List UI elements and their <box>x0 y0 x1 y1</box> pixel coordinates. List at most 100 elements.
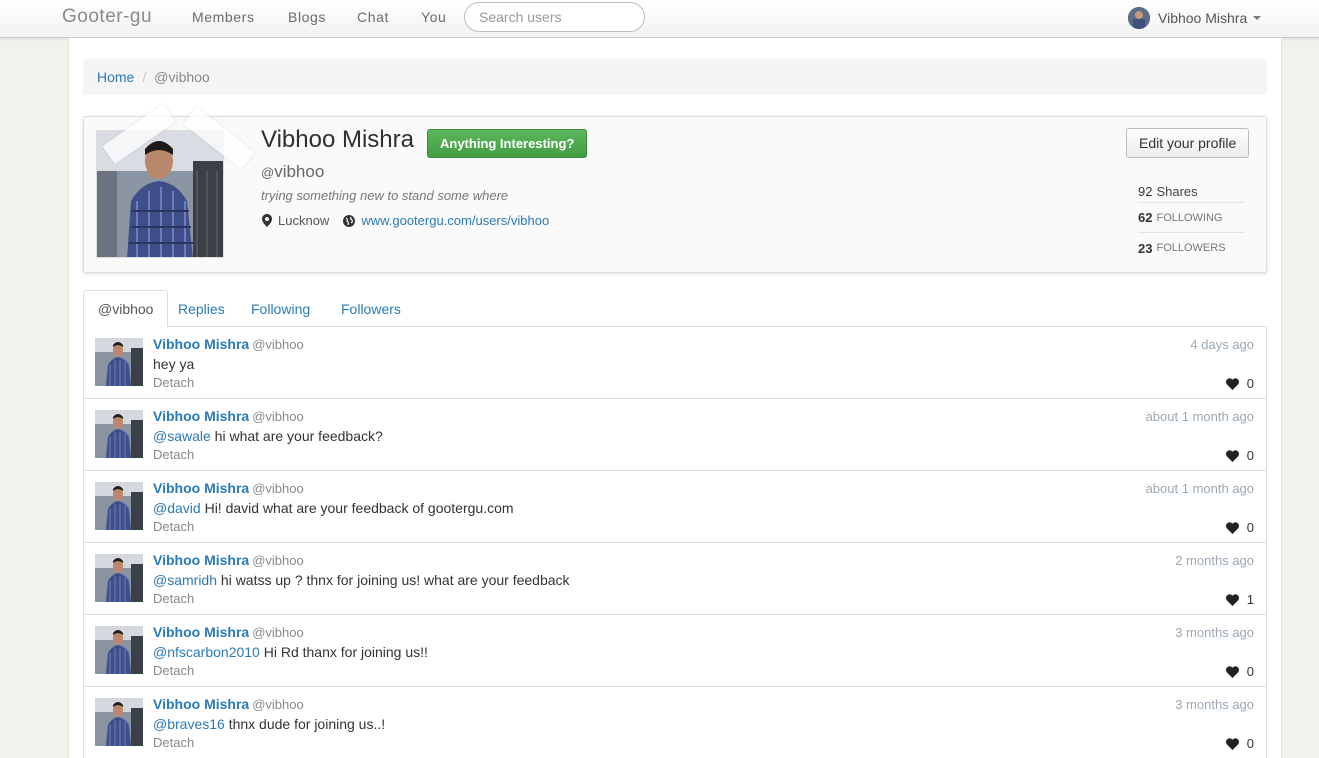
post-body: thnx dude for joining us..! <box>224 716 386 732</box>
like-count: 0 <box>1246 376 1254 391</box>
avatar[interactable] <box>95 482 143 530</box>
tab-following[interactable]: Following <box>237 290 324 327</box>
post-author-link[interactable]: Vibhoo Mishra <box>153 552 249 568</box>
stat-followers[interactable]: 23 FOLLOWERS <box>1138 233 1244 263</box>
breadcrumb-current: @vibhoo <box>154 69 210 85</box>
following-label: FOLLOWING <box>1156 211 1223 224</box>
detach-link[interactable]: Detach <box>153 519 194 534</box>
profile-stats: 92 Shares 62 FOLLOWING 23 FOLLOWERS <box>1138 184 1244 263</box>
post-item: Vibhoo Mishra @vibhoo @david Hi! david wh… <box>83 471 1267 543</box>
profile-handle: @vibhoo <box>261 162 324 182</box>
handle-text: vibhoo <box>274 162 325 181</box>
profile-url-link[interactable]: www.gootergu.com/users/vibhoo <box>361 213 549 228</box>
post-body: Hi! david what are your feedback of goot… <box>200 500 514 516</box>
like-button[interactable]: 1 <box>1225 592 1254 607</box>
tab-followers[interactable]: Followers <box>327 290 415 327</box>
post-text: @braves16 thnx dude for joining us..! <box>153 716 385 732</box>
nav-blogs[interactable]: Blogs <box>288 9 326 25</box>
shares-label: Shares <box>1156 184 1198 199</box>
detach-link[interactable]: Detach <box>153 447 194 462</box>
profile-card: Vibhoo Mishra Anything Interesting? @vib… <box>83 103 1267 273</box>
like-button[interactable]: 0 <box>1225 736 1254 751</box>
post-body: hey ya <box>153 356 195 372</box>
detach-link[interactable]: Detach <box>153 735 194 750</box>
like-count: 0 <box>1246 664 1254 679</box>
map-marker-icon <box>262 214 272 227</box>
post-author-link[interactable]: Vibhoo Mishra <box>153 696 249 712</box>
like-button[interactable]: 0 <box>1225 376 1254 391</box>
mention-link[interactable]: @samridh <box>153 572 217 588</box>
user-menu[interactable]: Vibhoo Mishra <box>1128 7 1262 29</box>
post-timestamp: about 1 month ago <box>1145 409 1254 424</box>
shares-count: 92 <box>1138 184 1153 199</box>
nav-you[interactable]: You <box>421 9 446 25</box>
profile-tabs: @vibhoo Replies Following Followers <box>83 290 1267 328</box>
avatar[interactable] <box>95 410 143 458</box>
stat-following[interactable]: 62 FOLLOWING <box>1138 203 1244 233</box>
tab-posts[interactable]: @vibhoo <box>83 290 169 328</box>
breadcrumb: Home / @vibhoo <box>83 59 1267 95</box>
globe-icon <box>343 214 356 227</box>
like-count: 0 <box>1246 520 1254 535</box>
post-text: @sawale hi what are your feedback? <box>153 428 383 444</box>
profile-bio: trying something new to stand some where <box>261 188 509 203</box>
avatar[interactable] <box>95 338 143 386</box>
post-author-link[interactable]: Vibhoo Mishra <box>153 408 249 424</box>
post-text: @david Hi! david what are your feedback … <box>153 500 514 516</box>
breadcrumb-separator: / <box>142 69 147 85</box>
mention-link[interactable]: @braves16 <box>153 716 225 732</box>
like-count: 0 <box>1246 736 1254 751</box>
like-button[interactable]: 0 <box>1225 448 1254 463</box>
nav-members[interactable]: Members <box>192 9 255 25</box>
like-count: 0 <box>1246 448 1254 463</box>
user-name: Vibhoo Mishra <box>1158 10 1248 26</box>
post-text: @nfscarbon2010 Hi Rd thanx for joining u… <box>153 644 428 660</box>
post-text: hey ya <box>153 356 194 372</box>
breadcrumb-home[interactable]: Home <box>97 69 134 85</box>
detach-link[interactable]: Detach <box>153 663 194 678</box>
post-author-link[interactable]: Vibhoo Mishra <box>153 624 249 640</box>
post-handle: @vibhoo <box>252 553 304 568</box>
post-timestamp: about 1 month ago <box>1145 481 1254 496</box>
mention-link[interactable]: @david <box>153 500 201 516</box>
stat-shares[interactable]: 92 Shares <box>1138 184 1244 203</box>
post-text: @samridh hi watss up ? thnx for joining … <box>153 572 570 588</box>
edit-profile-button[interactable]: Edit your profile <box>1126 128 1250 158</box>
heart-icon <box>1225 521 1239 534</box>
heart-icon <box>1225 737 1239 750</box>
avatar[interactable] <box>95 554 143 602</box>
tab-replies[interactable]: Replies <box>164 290 239 327</box>
post-item: Vibhoo Mishra @vibhoo @sawale hi what are… <box>83 399 1267 471</box>
detach-link[interactable]: Detach <box>153 375 194 390</box>
heart-icon <box>1225 377 1239 390</box>
post-handle: @vibhoo <box>252 625 304 640</box>
post-body: Hi Rd thanx for joining us!! <box>259 644 428 660</box>
handle-at: @ <box>261 165 275 180</box>
heart-icon <box>1225 593 1239 606</box>
followers-label: FOLLOWERS <box>1156 242 1226 254</box>
post-author-link[interactable]: Vibhoo Mishra <box>153 336 249 352</box>
detach-link[interactable]: Detach <box>153 591 194 606</box>
avatar[interactable] <box>95 698 143 746</box>
top-navbar: Gooter-gu Members Blogs Chat You Vibhoo … <box>0 0 1319 38</box>
followers-count: 23 <box>1138 240 1153 256</box>
anything-interesting-button[interactable]: Anything Interesting? <box>427 129 588 158</box>
like-count: 1 <box>1246 592 1254 607</box>
post-author-link[interactable]: Vibhoo Mishra <box>153 480 249 496</box>
post-item: Vibhoo Mishra @vibhoo @braves16 thnx dude… <box>83 687 1267 758</box>
brand-logo[interactable]: Gooter-gu <box>62 6 152 28</box>
following-count: 62 <box>1138 210 1153 225</box>
post-body: hi what are your feedback? <box>210 428 383 444</box>
search-input[interactable] <box>464 2 645 32</box>
nav-chat[interactable]: Chat <box>357 9 389 25</box>
avatar[interactable] <box>95 626 143 674</box>
post-item: Vibhoo Mishra @vibhoo @nfscarbon2010 Hi R… <box>83 615 1267 687</box>
mention-link[interactable]: @nfscarbon2010 <box>153 644 260 660</box>
mention-link[interactable]: @sawale <box>153 428 211 444</box>
post-item: Vibhoo Mishra @vibhoo @samridh hi watss u… <box>83 543 1267 615</box>
like-button[interactable]: 0 <box>1225 520 1254 535</box>
post-body: hi watss up ? thnx for joining us! what … <box>217 572 570 588</box>
like-button[interactable]: 0 <box>1225 664 1254 679</box>
post-timestamp: 3 months ago <box>1175 697 1254 712</box>
heart-icon <box>1225 665 1239 678</box>
